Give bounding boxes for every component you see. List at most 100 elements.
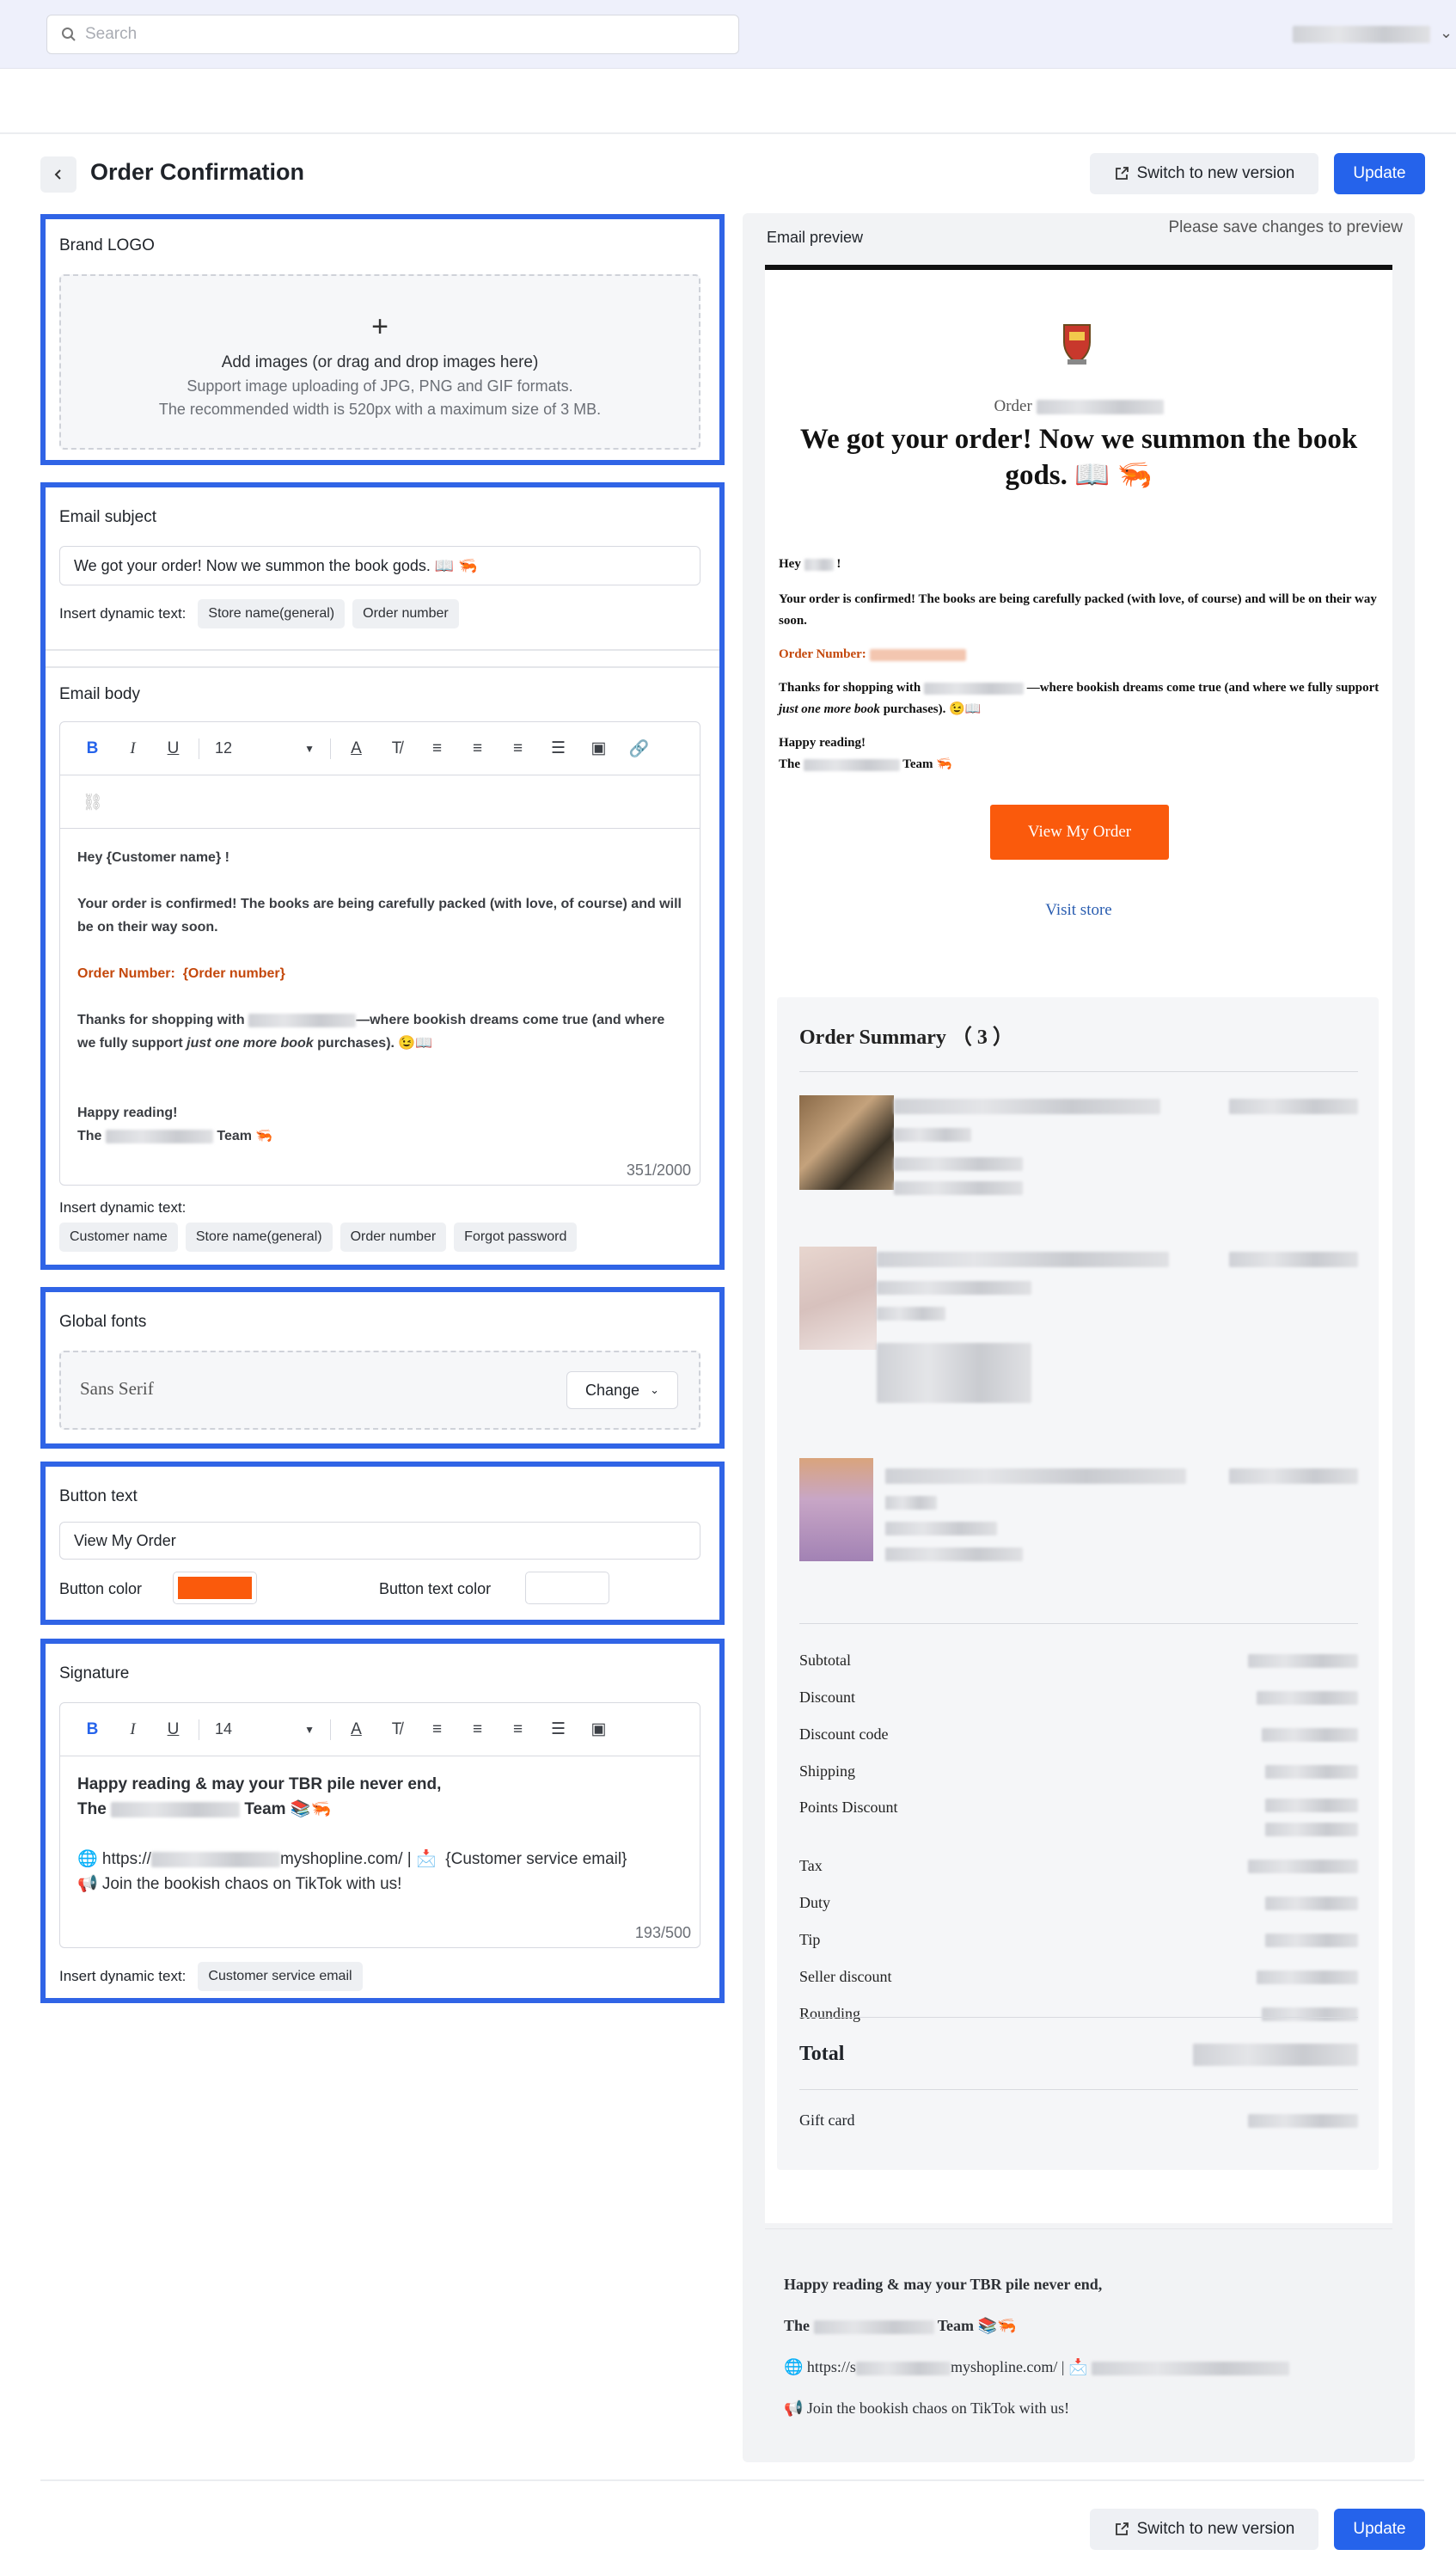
sig-url-line: 🌐 https:// myshopline.com/ | 📩 {Customer …	[77, 1847, 682, 1872]
row-shipping: Shipping	[799, 1753, 1358, 1790]
row-tax: Tax	[799, 1848, 1358, 1885]
row-label: Seller discount	[799, 1968, 892, 1985]
back-button[interactable]	[40, 156, 76, 193]
bold-icon[interactable]: B	[72, 1704, 113, 1756]
chevron-down-icon: ⌄	[650, 1383, 659, 1396]
bold-icon[interactable]: B	[72, 723, 113, 775]
preview-order-line: Order	[765, 397, 1392, 416]
text-color-icon[interactable]: A	[336, 723, 376, 775]
order-number-label: Order Number:	[779, 647, 866, 661]
team-label: Team 🦐	[217, 1129, 273, 1143]
chip-order-number[interactable]: Order number	[340, 1223, 447, 1252]
subject-dynamic-row: Insert dynamic text: Store name(general)…	[59, 599, 467, 628]
align-right-icon[interactable]: ≡	[498, 1704, 538, 1756]
signature-content[interactable]: Happy reading & may your TBR pile never …	[60, 1756, 700, 1897]
divider	[0, 132, 1456, 134]
signature-dynamic-row: Insert dynamic text: Customer service em…	[59, 1962, 370, 1991]
text-color-icon[interactable]: A	[336, 1704, 376, 1756]
clear-format-icon[interactable]: T̸	[376, 723, 417, 775]
align-center-icon[interactable]: ≡	[457, 1704, 498, 1756]
preview-order-number: Order Number:	[779, 644, 1380, 665]
link-icon[interactable]: 🔗	[619, 723, 659, 775]
editor-toolbar: B I U 12 ▼ A T̸ ≡ ≡ ≡ ☰ ▣ 🔗	[60, 722, 700, 775]
image-icon[interactable]: ▣	[578, 723, 619, 775]
product-name-1	[894, 1099, 1160, 1114]
button-text-title: Button text	[59, 1487, 138, 1505]
chip-customer-name[interactable]: Customer name	[59, 1223, 178, 1252]
underline-icon[interactable]: U	[153, 723, 193, 775]
align-left-icon[interactable]: ≡	[417, 723, 457, 775]
switch-version-label: Switch to new version	[1136, 2520, 1295, 2538]
body-title: Email body	[59, 685, 140, 703]
font-size-select[interactable]: 14 ▼	[205, 1704, 325, 1756]
external-link-icon	[1115, 2522, 1129, 2535]
button-text-card: Button text View My Order Button color B…	[40, 1462, 725, 1625]
subject-input[interactable]: We got your order! Now we summon the boo…	[59, 546, 700, 585]
product-variant-2	[877, 1281, 1031, 1295]
switch-version-button-footer[interactable]: Switch to new version	[1090, 2509, 1318, 2550]
chip-forgot-password[interactable]: Forgot password	[454, 1223, 578, 1252]
preview-sig-tiktok: 📢 Join the bookish chaos on TikTok with …	[784, 2399, 1070, 2417]
body-editor[interactable]: B I U 12 ▼ A T̸ ≡ ≡ ≡ ☰ ▣ 🔗 ⛓ Hey {Custom…	[59, 721, 700, 1186]
button-text-color-swatch[interactable]	[525, 1572, 609, 1604]
align-center-icon[interactable]: ≡	[457, 723, 498, 775]
page-title: Order Confirmation	[90, 159, 305, 185]
row-discount-code: Discount code	[799, 1716, 1358, 1753]
image-icon[interactable]: ▣	[578, 1704, 619, 1756]
logo-upload-area[interactable]: + Add images (or drag and drop images he…	[59, 274, 700, 450]
row-tip: Tip	[799, 1921, 1358, 1958]
search-input[interactable]: Search	[46, 15, 739, 54]
account-name[interactable]	[1293, 26, 1430, 43]
preview-thanks: Thanks for shopping with —where bookish …	[779, 677, 1380, 720]
signature-card: Signature B I U 14 ▼ A T̸ ≡ ≡ ≡ ☰ ▣ Happy…	[40, 1639, 725, 2003]
align-right-icon[interactable]: ≡	[498, 723, 538, 775]
clear-format-icon[interactable]: T̸	[376, 1704, 417, 1756]
brand-logo-title: Brand LOGO	[59, 236, 155, 254]
row-value	[1265, 1933, 1358, 1947]
font-size-select[interactable]: 12 ▼	[205, 723, 325, 775]
order-number-redacted	[1036, 400, 1164, 415]
sig-the: The	[77, 1800, 107, 1818]
unlink-icon[interactable]: ⛓	[72, 776, 113, 828]
divider	[799, 2089, 1358, 2090]
align-left-icon[interactable]: ≡	[417, 1704, 457, 1756]
email-canvas: Order We got your order! Now we summon t…	[765, 265, 1392, 2223]
product-qty-3	[885, 1547, 1023, 1561]
button-color-swatch[interactable]	[173, 1572, 257, 1604]
font-selector: Sans Serif Change ⌄	[59, 1351, 700, 1430]
italic-icon[interactable]: I	[113, 1704, 153, 1756]
italic-icon[interactable]: I	[113, 723, 153, 775]
underline-icon[interactable]: U	[153, 1704, 193, 1756]
team-the: The	[77, 1129, 102, 1143]
caret-down-icon: ▼	[304, 742, 315, 755]
button-text-input[interactable]: View My Order	[59, 1522, 700, 1560]
thanks-end: purchases). 😉📖	[883, 702, 982, 716]
thanks-italic: just one more book	[779, 702, 880, 716]
store-name-redacted	[923, 682, 1024, 695]
row-gift-card: Gift card	[799, 2111, 1358, 2130]
product-variant-1b	[894, 1157, 1023, 1171]
body-char-count: 351/2000	[626, 1161, 691, 1179]
preview-visit-store-link[interactable]: Visit store	[765, 901, 1392, 920]
product-image-3	[799, 1458, 873, 1561]
divider	[799, 1071, 1358, 1072]
body-content[interactable]: Hey {Customer name} ! Your order is conf…	[60, 829, 700, 1148]
chip-store-name[interactable]: Store name(general)	[185, 1223, 333, 1252]
chevron-down-icon[interactable]: ⌄	[1440, 24, 1453, 42]
preview-view-order-button[interactable]: View My Order	[990, 805, 1169, 860]
chip-order-number[interactable]: Order number	[352, 599, 459, 628]
align-justify-icon[interactable]: ☰	[538, 1704, 578, 1756]
switch-version-button[interactable]: Switch to new version	[1090, 153, 1318, 194]
chip-customer-service-email[interactable]: Customer service email	[198, 1962, 363, 1991]
update-button-footer[interactable]: Update	[1334, 2509, 1425, 2550]
update-button[interactable]: Update	[1334, 153, 1425, 194]
row-label: Duty	[799, 1894, 830, 1911]
change-font-button[interactable]: Change ⌄	[566, 1371, 678, 1409]
divider	[799, 2017, 1358, 2018]
signature-editor[interactable]: B I U 14 ▼ A T̸ ≡ ≡ ≡ ☰ ▣ Happy reading &…	[59, 1702, 700, 1948]
team-the: The	[779, 757, 801, 771]
chip-store-name[interactable]: Store name(general)	[198, 599, 346, 628]
product-variant-1	[894, 1128, 971, 1142]
align-justify-icon[interactable]: ☰	[538, 723, 578, 775]
body-order-number: Order Number: {Order number}	[77, 962, 682, 985]
